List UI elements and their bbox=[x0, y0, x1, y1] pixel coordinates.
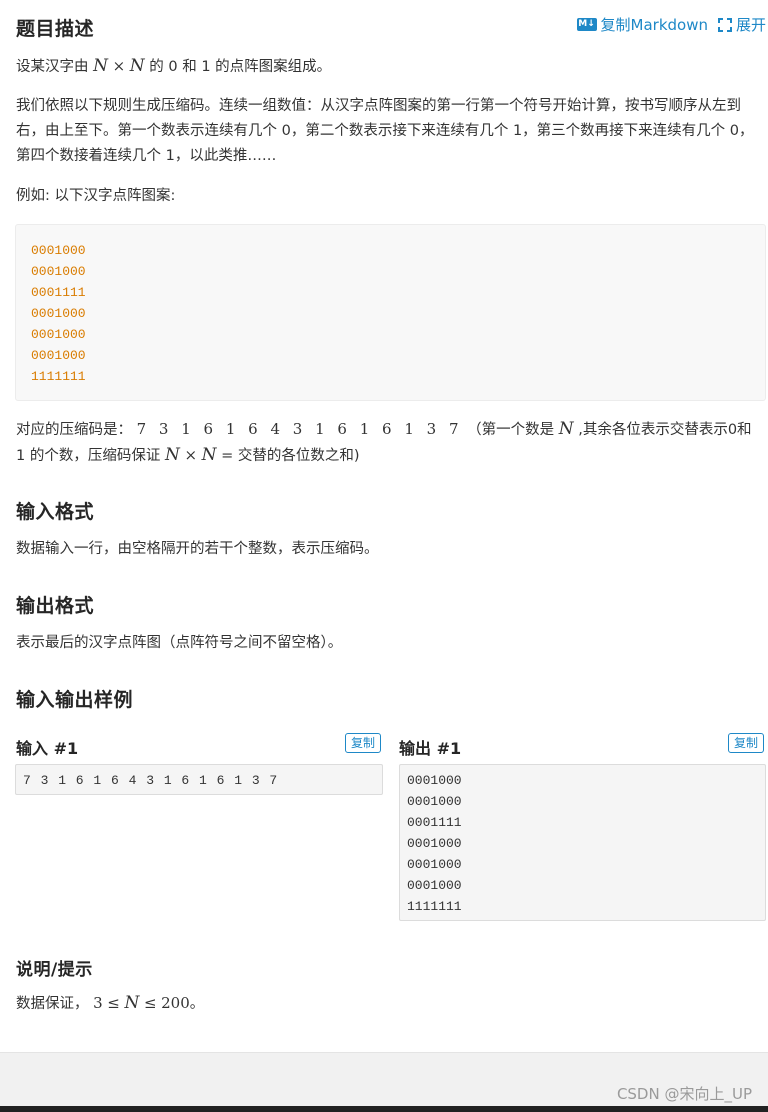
pattern-line: 0001000 bbox=[31, 306, 86, 321]
sample-output-line: 1111111 bbox=[407, 899, 462, 914]
pattern-line: 0001000 bbox=[31, 243, 86, 258]
section-title-output-format: 输出格式 bbox=[16, 595, 95, 617]
pattern-line: 0001000 bbox=[31, 348, 86, 363]
markdown-icon: M↓ bbox=[576, 18, 597, 31]
section-title-input-format: 输入格式 bbox=[16, 501, 95, 523]
toolbar: M↓ 复制Markdown 展开 bbox=[576, 14, 766, 35]
expand-button[interactable]: 展开 bbox=[717, 14, 766, 35]
pattern-line: 1111111 bbox=[31, 369, 86, 384]
expand-icon bbox=[717, 17, 732, 32]
sample-output-line: 0001000 bbox=[407, 794, 462, 809]
compression-code-description: 对应的压缩码是： 7 3 1 6 1 6 4 3 1 6 1 6 1 3 7 （… bbox=[16, 419, 752, 465]
description-rules: 我们依照以下规则生成压缩码。连续一组数值：从汉字点阵图案的第一行第一个符号开始计… bbox=[16, 98, 754, 164]
output-format-text: 表示最后的汉字点阵图（点阵符号之间不留空格）。 bbox=[16, 635, 343, 651]
expand-label: 展开 bbox=[735, 16, 766, 34]
copy-output-button[interactable]: 复制 bbox=[728, 733, 765, 753]
sample-input-box[interactable]: 7 3 1 6 1 6 4 3 1 6 1 6 1 3 7 bbox=[15, 764, 383, 795]
sample-output-line: 0001000 bbox=[407, 857, 462, 872]
sample-output-line: 0001000 bbox=[407, 773, 462, 788]
sample-output-line: 0001111 bbox=[407, 815, 462, 830]
section-title-samples: 输入输出样例 bbox=[16, 689, 134, 711]
input-format-text: 数据输入一行，由空格隔开的若干个整数，表示压缩码。 bbox=[16, 541, 379, 557]
sample-input-label: 输入 #1 bbox=[16, 739, 79, 758]
sample-output-label: 输出 #1 bbox=[399, 739, 462, 758]
sample-input-text: 7 3 1 6 1 6 4 3 1 6 1 6 1 3 7 bbox=[23, 773, 279, 788]
pattern-line: 0001000 bbox=[31, 264, 86, 279]
sample-output-line: 0001000 bbox=[407, 836, 462, 851]
pattern-line: 0001000 bbox=[31, 327, 86, 342]
sample-output-line: 0001000 bbox=[407, 878, 462, 893]
section-title-description: 题目描述 bbox=[16, 18, 95, 40]
sample-output-box[interactable]: 0001000 0001000 0001111 0001000 0001000 … bbox=[399, 764, 766, 921]
copy-input-button[interactable]: 复制 bbox=[345, 733, 382, 753]
copy-markdown-button[interactable]: M↓ 复制Markdown bbox=[576, 14, 708, 35]
copy-markdown-label: 复制Markdown bbox=[600, 16, 708, 34]
section-title-hint: 说明/提示 bbox=[16, 960, 93, 980]
bottom-bar bbox=[0, 1106, 768, 1112]
hint-text: 数据保证， 3 ≤ N ≤ 200。 bbox=[16, 993, 205, 1013]
pattern-line: 0001111 bbox=[31, 285, 86, 300]
example-intro: 例如: 以下汉字点阵图案: bbox=[16, 188, 176, 204]
problem-page: 题目描述 M↓ 复制Markdown 展开 设某汉字由 N × N 的 0 和 … bbox=[0, 0, 768, 1052]
description-line-1: 设某汉字由 N × N 的 0 和 1 的点阵图案组成。 bbox=[16, 56, 332, 76]
csdn-watermark: CSDN @宋向上_UP bbox=[616, 1085, 752, 1103]
pattern-code-block: 0001000 0001000 0001111 0001000 0001000 … bbox=[15, 224, 766, 401]
